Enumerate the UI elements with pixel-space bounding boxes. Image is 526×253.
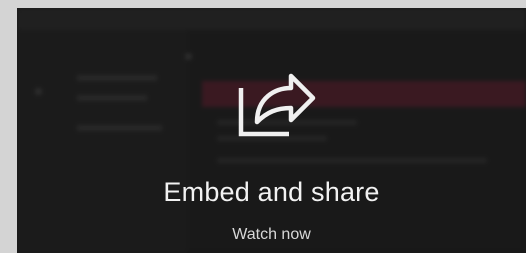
share-icon xyxy=(238,73,316,137)
watch-now-link[interactable]: Watch now xyxy=(17,225,526,245)
page-background: Embed and share Watch now xyxy=(0,0,526,253)
promo-title: Embed and share xyxy=(163,177,380,207)
video-promo-card[interactable]: Embed and share Watch now xyxy=(17,8,526,253)
